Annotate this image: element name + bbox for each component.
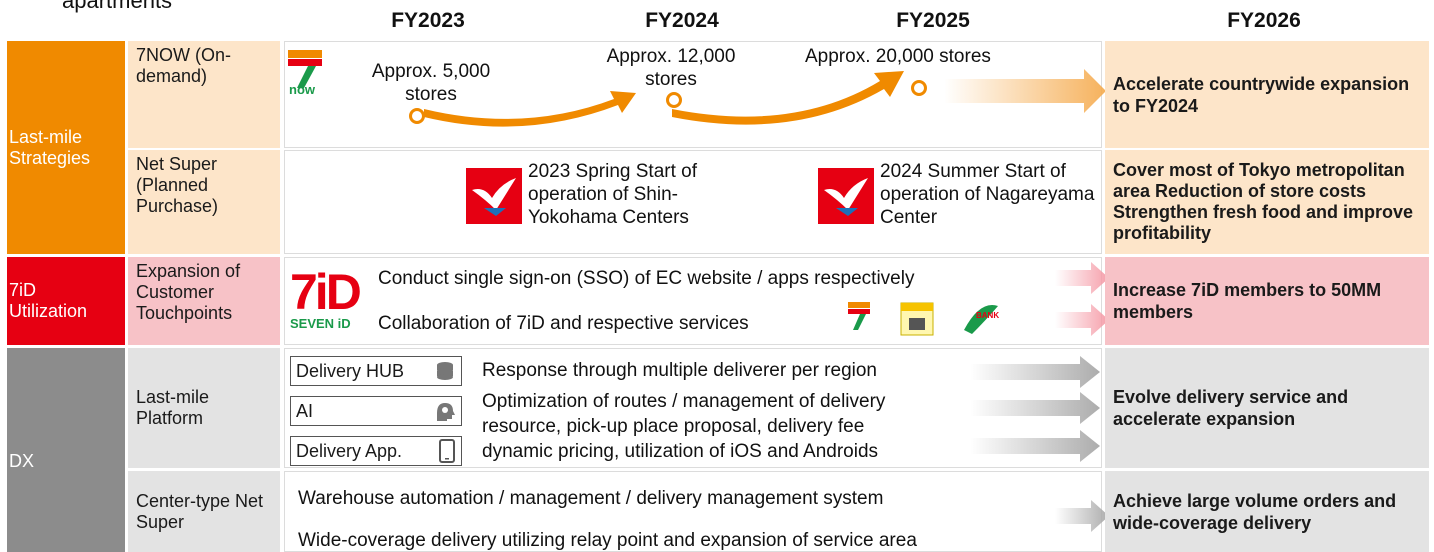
svg-text:BANK: BANK	[976, 311, 999, 320]
goal-arrow-7now	[944, 69, 1106, 113]
category-7id-label: 7iD Utilization	[9, 280, 88, 321]
category-dx: DX	[7, 348, 125, 552]
category-7id: 7iD Utilization	[7, 257, 125, 345]
year-fy2026: FY2026	[1227, 9, 1301, 32]
seven-meal-icon	[900, 302, 934, 341]
row-label-7now-text: 7NOW (On-demand)	[136, 45, 232, 86]
box-delivery-app: Delivery App.	[290, 436, 462, 466]
goal-platform-text: Evolve delivery service and accelerate e…	[1113, 387, 1349, 429]
goal-7id-text: Increase 7iD members to 50MM members	[1113, 280, 1382, 322]
row-label-netsuper: Net Super (Planned Purchase)	[128, 150, 280, 254]
goal-center-text: Achieve large volume orders and wide-cov…	[1113, 490, 1397, 533]
milestone-fy2025-text: Approx. 20,000 stores	[805, 46, 991, 67]
7id-line-sso: Conduct single sign-on (SSO) of EC websi…	[378, 268, 915, 289]
milestone-fy2024-text: Approx. 12,000 stores	[606, 46, 736, 90]
year-fy2024: FY2024	[645, 9, 719, 32]
goal-7now: Accelerate countrywide expansion to FY20…	[1105, 41, 1429, 148]
row-label-netsuper-text: Net Super (Planned Purchase)	[136, 154, 219, 216]
database-icon	[437, 362, 453, 380]
milestone-marker-fy2025	[911, 80, 927, 96]
box-delivery-hub: Delivery HUB	[290, 356, 462, 386]
goal-platform: Evolve delivery service and accelerate e…	[1105, 348, 1429, 468]
goal-center: Achieve large volume orders and wide-cov…	[1105, 471, 1429, 552]
7now-logo-text: now	[289, 82, 315, 97]
netsuper-event-2024: 2024 Summer Start of operation of Nagare…	[880, 161, 1095, 228]
center-line-1: Warehouse automation / management / deli…	[298, 488, 884, 509]
7now-logo: now	[286, 48, 326, 105]
smartphone-icon	[439, 439, 455, 463]
ito-yokado-logo-2	[818, 168, 874, 229]
milestone-fy2023-text: Approx. 5,000 stores	[371, 61, 491, 105]
goal-7now-text: Accelerate countrywide expansion to FY20…	[1113, 73, 1410, 116]
goal-arrow-7id-1	[1055, 262, 1109, 294]
platform-line-2: Optimization of routes / management of d…	[482, 391, 886, 412]
seven-bank-icon: BANK	[960, 300, 1000, 341]
netsuper-event-2023: 2023 Spring Start of operation of Shin-Y…	[528, 161, 697, 228]
milestone-marker-fy2024	[666, 92, 682, 108]
year-fy2025: FY2025	[896, 9, 970, 32]
row-label-center: Center-type Net Super	[128, 471, 280, 552]
row-label-center-text: Center-type Net Super	[136, 490, 264, 532]
seven-id-logo: 7iD SEVEN iD	[290, 264, 370, 332]
goal-arrow-7id-2	[1055, 304, 1109, 336]
goal-arrow-platform-2	[970, 392, 1100, 424]
box-ai-label: AI	[296, 401, 314, 421]
center-line-2: Wide-coverage delivery utilizing relay p…	[298, 530, 917, 551]
platform-arrows	[970, 356, 1100, 462]
header-fragment: apartments	[62, 0, 173, 13]
box-delivery-hub-label: Delivery HUB	[296, 361, 405, 381]
category-last-mile-label: Last-mile Strategies	[9, 126, 91, 168]
goal-arrow-platform-3	[970, 430, 1100, 462]
milestone-marker-fy2023	[409, 108, 425, 124]
category-dx-label: DX	[9, 450, 35, 471]
platform-line-1: Response through multiple deliverer per …	[482, 360, 878, 381]
goal-7id: Increase 7iD members to 50MM members	[1105, 257, 1429, 345]
box-ai: AI	[290, 396, 462, 426]
platform-line-3: resource, pick-up place proposal, delive…	[482, 416, 865, 437]
category-last-mile: Last-mile Strategies	[7, 41, 125, 254]
row-label-touchpoints: Expansion of Customer Touchpoints	[128, 257, 280, 345]
row-label-7now: 7NOW (On-demand)	[128, 41, 280, 148]
7now-icon	[846, 300, 874, 339]
7id-line-collaboration: Collaboration of 7iD and respective serv…	[378, 313, 749, 334]
row-label-platform-text: Last-mile Platform	[136, 387, 210, 428]
goal-netsuper-text: Cover most of Tokyo metropolitan area Re…	[1113, 160, 1414, 243]
box-delivery-app-label: Delivery App.	[296, 441, 403, 461]
row-label-platform: Last-mile Platform	[128, 348, 280, 468]
year-fy2023: FY2023	[391, 9, 465, 32]
goal-netsuper: Cover most of Tokyo metropolitan area Re…	[1105, 150, 1429, 254]
ai-head-icon	[437, 403, 455, 421]
ito-yokado-logo-1	[466, 168, 522, 229]
platform-line-4: dynamic pricing, utilization of iOS and …	[482, 441, 879, 462]
goal-arrow-center	[1055, 500, 1109, 532]
goal-arrow-platform-1	[970, 356, 1100, 388]
row-label-touchpoints-text: Expansion of Customer Touchpoints	[136, 261, 241, 323]
seven-id-mark: 7iD	[290, 264, 362, 320]
